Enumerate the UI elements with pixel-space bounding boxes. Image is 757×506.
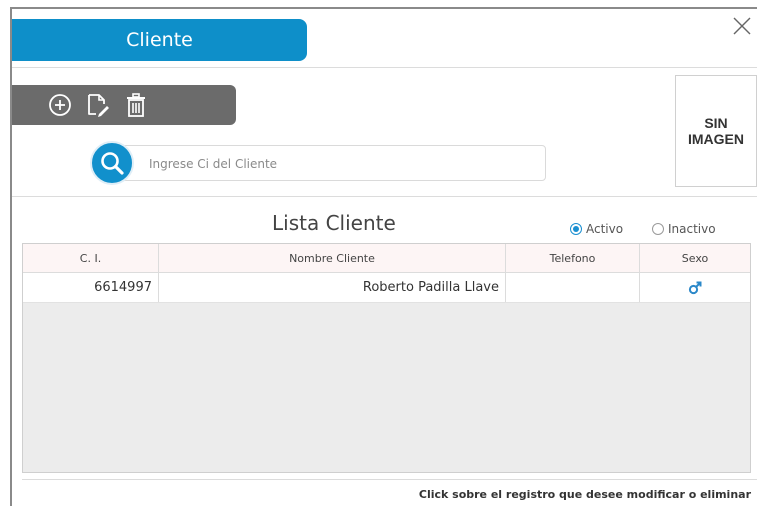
edit-button[interactable] — [84, 91, 112, 119]
column-header-telefono[interactable]: Telefono — [506, 244, 640, 272]
add-circle-icon — [49, 94, 71, 116]
toolbar — [12, 85, 236, 125]
cell-ci: 6614997 — [23, 273, 159, 302]
search-icon — [101, 152, 124, 175]
cell-nombre: Roberto Padilla Llave — [159, 273, 506, 302]
search-field — [116, 145, 546, 182]
search-area — [90, 141, 546, 185]
filter-inactive-radio[interactable]: Inactivo — [652, 222, 716, 236]
close-icon — [733, 17, 751, 35]
client-photo-placeholder[interactable]: SIN IMAGEN — [675, 75, 757, 187]
cliente-dialog: Cliente Ingrese Ci del Cliente SIN IMAGE… — [10, 7, 757, 506]
column-header-sexo[interactable]: Sexo — [640, 244, 750, 272]
search-button[interactable] — [90, 141, 134, 185]
table-header: C. I. Nombre Cliente Telefono Sexo — [23, 244, 750, 273]
cell-sexo — [640, 273, 750, 302]
footer-divider — [22, 479, 757, 480]
table-row[interactable]: 6614997 Roberto Padilla Llave — [23, 273, 750, 303]
close-button[interactable] — [731, 15, 753, 37]
dialog-title: Cliente — [12, 19, 307, 61]
form-divider — [12, 196, 757, 197]
edit-document-icon — [88, 94, 109, 117]
header-divider — [12, 67, 757, 68]
list-title: Lista Cliente — [272, 211, 396, 235]
clients-table: C. I. Nombre Cliente Telefono Sexo 66149… — [22, 243, 751, 473]
add-button[interactable] — [46, 91, 74, 119]
photo-placeholder-label: SIN IMAGEN — [688, 115, 744, 147]
radio-unselected-icon — [652, 223, 664, 235]
footer-hint: Click sobre el registro que desee modifi… — [418, 488, 751, 501]
filter-active-label: Activo — [586, 222, 624, 236]
filter-active-radio[interactable]: Activo — [570, 222, 623, 236]
radio-selected-icon — [570, 223, 582, 235]
search-input[interactable] — [147, 146, 541, 182]
dialog-title-text: Cliente — [126, 29, 193, 51]
delete-button[interactable] — [122, 91, 150, 119]
male-icon — [688, 281, 702, 294]
column-header-ci[interactable]: C. I. — [23, 244, 159, 272]
column-header-nombre[interactable]: Nombre Cliente — [159, 244, 506, 272]
filter-inactive-label: Inactivo — [668, 222, 716, 236]
cell-telefono — [506, 273, 640, 302]
trash-icon — [127, 93, 145, 117]
